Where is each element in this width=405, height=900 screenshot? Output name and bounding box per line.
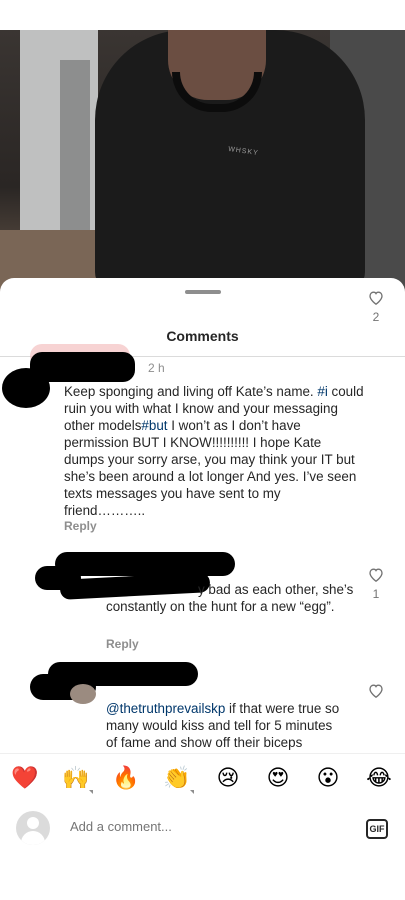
status-bar [0, 0, 405, 30]
comment-2: y bad as each other, she’s constantly on… [0, 548, 405, 658]
comment-3: @thetruthprevailskp if that were true so… [0, 658, 405, 758]
hashtag-link[interactable]: #but [141, 418, 167, 433]
comment-composer: GIF [0, 803, 405, 855]
like-heart-icon[interactable] [368, 290, 384, 305]
skin-tone-indicator [89, 790, 93, 794]
comment-1: 2 h Keep sponging and living off Kate’s … [0, 291, 405, 548]
tears-of-joy-emoji[interactable]: 😂 [364, 764, 394, 794]
like-heart-icon[interactable] [368, 683, 384, 698]
like-count: 1 [372, 587, 380, 601]
crying-face-emoji[interactable]: 😢 [213, 764, 243, 794]
reply-button[interactable]: Reply [64, 519, 97, 533]
comment-time: 2 h [148, 361, 165, 375]
reply-button[interactable]: Reply [106, 637, 139, 651]
commenter-avatar[interactable] [70, 684, 96, 704]
mention-link[interactable]: @thetruthprevailskp [106, 701, 225, 716]
hashtag-link[interactable]: #i [317, 384, 327, 399]
red-heart-emoji[interactable]: ❤️ [10, 764, 40, 794]
sheet-drag-handle[interactable] [185, 290, 221, 294]
redacted-username [30, 352, 135, 382]
redacted-username [55, 552, 235, 576]
like-count: 2 [372, 310, 380, 324]
comment-text: @thetruthprevailskp if that were true so… [106, 701, 340, 750]
comment-text: Keep sponging and living off Kate’s name… [64, 384, 364, 518]
skin-tone-indicator [190, 790, 194, 794]
heart-eyes-emoji[interactable]: 😍 [263, 764, 293, 794]
raising-hands-emoji[interactable]: 🙌 [61, 764, 93, 794]
comment-text: y bad as each other, she’s constantly on… [106, 582, 354, 614]
surprised-face-emoji[interactable]: 😮 [313, 764, 343, 794]
sheet-title: Comments [166, 328, 239, 344]
fire-emoji[interactable]: 🔥 [111, 764, 141, 794]
current-user-avatar [16, 811, 50, 845]
like-heart-icon[interactable] [368, 567, 384, 582]
clapping-hands-emoji[interactable]: 👏 [162, 764, 194, 794]
post-photo: WHSKY [0, 30, 405, 292]
emoji-reaction-bar: ❤️ 🙌 🔥 👏 😢 😍 😮 😂 [0, 753, 405, 803]
gif-button[interactable]: GIF [366, 819, 388, 839]
add-comment-input[interactable] [70, 819, 330, 834]
